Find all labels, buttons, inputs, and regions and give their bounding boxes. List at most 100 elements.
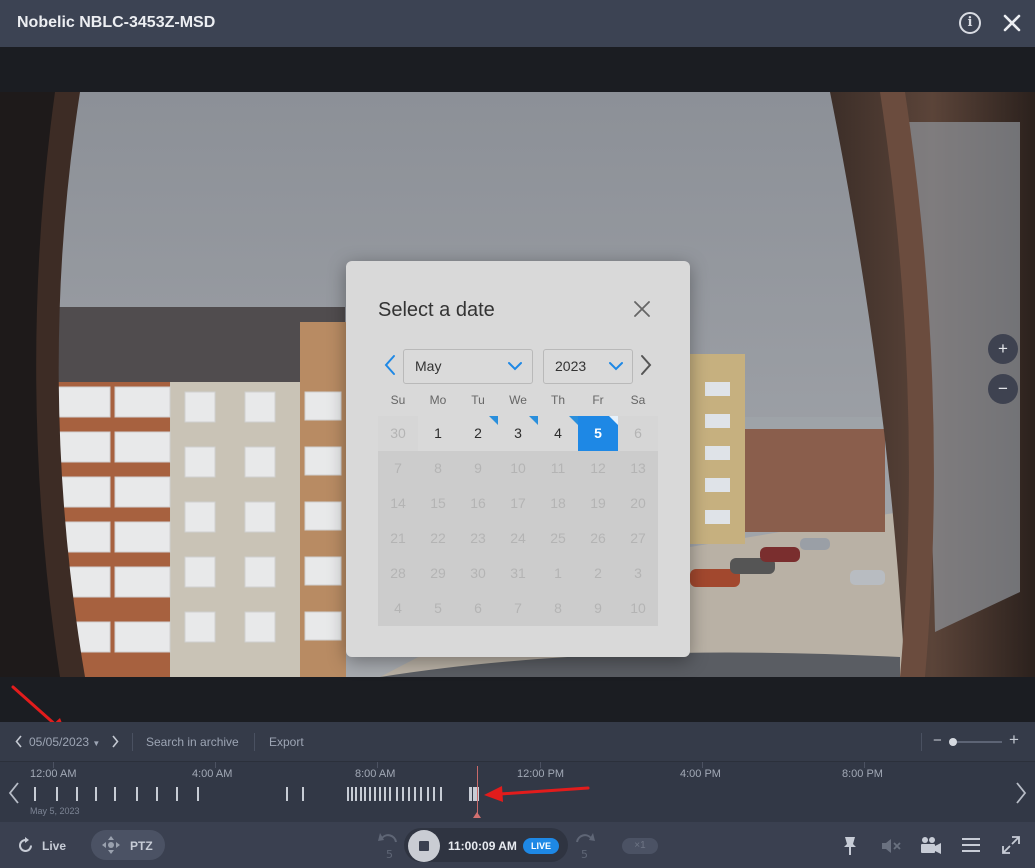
menu-icon[interactable] [962,838,980,852]
rewind-icon[interactable]: 5 [378,830,400,860]
calendar-day: 27 [630,530,646,546]
calendar-day: 16 [470,495,486,511]
calendar-day: 22 [430,530,446,546]
weekday-label: We [509,393,527,407]
recording-segment[interactable] [396,787,398,801]
month-value: May [415,358,442,374]
search-archive-button[interactable]: Search in archive [146,735,239,749]
svg-text:5: 5 [581,848,588,860]
recording-segment[interactable] [433,787,435,801]
recording-segment[interactable] [389,787,391,801]
timeline-date: May 5, 2023 [30,806,80,816]
playback-controls: Live PTZ 5 11:00:09 AM LIVE 5 ×1 [0,822,1035,868]
recording-segment[interactable] [95,787,97,801]
calendar-day: 2 [594,565,602,581]
recording-segment[interactable] [374,787,376,801]
recording-segment[interactable] [360,787,362,801]
calendar-day: 23 [470,530,486,546]
calendar-day: 29 [430,565,446,581]
calendar-day: 13 [630,460,646,476]
forward-icon[interactable]: 5 [573,830,595,860]
chevron-left-icon[interactable] [8,782,20,804]
zoom-out-icon[interactable]: − [988,374,1018,404]
live-badge[interactable]: LIVE [523,838,559,854]
weekday-label: Su [390,393,406,407]
info-icon[interactable]: i [959,12,981,34]
export-button[interactable]: Export [269,735,304,749]
calendar-day: 7 [514,600,522,616]
calendar-day: 30 [470,565,486,581]
calendar-day: 10 [510,460,526,476]
recording-segment[interactable] [56,787,58,801]
recording-segment[interactable] [402,787,404,801]
calendar-day: 3 [634,565,642,581]
weekday-label: Mo [429,393,447,407]
recording-segment[interactable] [414,787,416,801]
timeline-zoom-handle[interactable] [949,738,957,746]
camera-icon[interactable] [920,836,942,856]
recording-segment[interactable] [369,787,371,801]
chevron-down-icon [609,362,623,371]
calendar-day: 26 [590,530,606,546]
calendar-day: 17 [510,495,526,511]
recording-segment[interactable] [440,787,442,801]
playhead-marker [473,812,481,818]
timeline-zoom-slider[interactable] [950,741,1002,743]
live-button[interactable]: Live [42,839,66,853]
month-select[interactable]: May [403,349,533,384]
ptz-button[interactable]: PTZ [91,830,165,860]
recording-segment[interactable] [302,787,304,801]
mute-icon[interactable] [880,837,902,855]
recording-segment[interactable] [114,787,116,801]
live-icon[interactable] [17,837,34,854]
timeline-label: 4:00 PM [680,768,721,780]
stop-button[interactable] [408,830,440,862]
year-select[interactable]: 2023 [543,349,633,384]
ptz-icon [102,836,120,854]
recording-segment[interactable] [197,787,199,801]
recording-segment[interactable] [420,787,422,801]
divider [132,733,133,751]
recording-segment[interactable] [427,787,429,801]
playback-speed[interactable]: ×1 [622,838,658,854]
zoom-in-icon[interactable]: + [988,334,1018,364]
chevron-down-icon [508,362,522,371]
timeline-label: 4:00 AM [192,768,233,780]
timeline-zoom-in-icon[interactable]: + [1009,731,1023,748]
close-icon[interactable] [632,299,652,319]
chevron-right-icon[interactable] [1015,782,1027,804]
recording-segment[interactable] [176,787,178,801]
recording-segment[interactable] [379,787,381,801]
calendar-day[interactable]: 4 [538,416,578,451]
recording-segment[interactable] [364,787,366,801]
recording-segment[interactable] [469,787,472,801]
pin-icon[interactable] [842,836,858,856]
recording-segment[interactable] [355,787,357,801]
calendar-day: 12 [590,460,606,476]
timeline-zoom-out-icon[interactable]: − [933,733,945,749]
recording-segment[interactable] [384,787,386,801]
recording-segment[interactable] [76,787,78,801]
chevron-right-icon[interactable] [638,353,654,377]
recording-segment[interactable] [136,787,138,801]
recording-segment[interactable] [286,787,288,801]
close-icon[interactable] [1000,11,1024,35]
calendar-day[interactable]: 3 [498,416,538,451]
calendar-day[interactable]: 2 [458,416,498,451]
recording-segment[interactable] [408,787,410,801]
chevron-right-icon[interactable] [111,735,119,748]
divider [921,733,922,751]
timeline-label: 8:00 AM [355,768,396,780]
calendar-day[interactable]: 1 [418,416,458,451]
recording-segment[interactable] [156,787,158,801]
calendar-day: 25 [550,530,566,546]
chevron-left-icon[interactable] [382,353,398,377]
recording-segment[interactable] [34,787,36,801]
chevron-left-icon[interactable] [15,735,23,748]
calendar-day-selected[interactable]: 5 [578,416,618,451]
recording-segment[interactable] [347,787,349,801]
recording-segment[interactable] [351,787,353,801]
calendar-day: 7 [394,460,402,476]
fullscreen-icon[interactable] [1002,836,1020,854]
archive-date-picker[interactable]: 05/05/2023 ▼ [29,735,100,749]
